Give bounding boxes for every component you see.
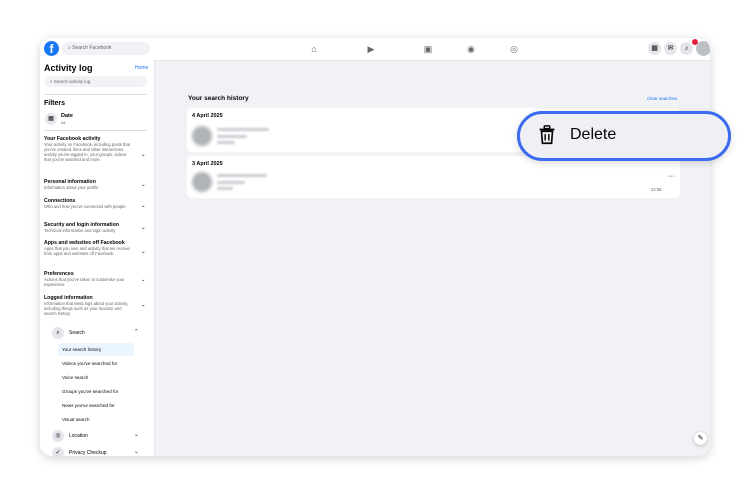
delete-label: Delete — [570, 126, 617, 143]
facebook-search-input[interactable]: ⌕ Search Facebook — [62, 42, 150, 55]
profile-avatar[interactable] — [696, 41, 710, 56]
chevron-down-icon[interactable]: ⌄ — [141, 152, 146, 158]
marketplace-icon[interactable]: ▣ — [422, 43, 434, 55]
category-desc: Information about your profile — [44, 185, 99, 190]
activity-log-sidebar: Activity log Home ⌕ Search activity log … — [40, 60, 155, 456]
chevron-down-icon[interactable]: ⌄ — [141, 225, 146, 231]
more-options-icon[interactable]: ··· — [668, 173, 675, 180]
search-result-thumbnail[interactable] — [192, 172, 212, 192]
chevron-down-icon[interactable]: ⌄ — [141, 203, 146, 209]
blurred-text — [217, 135, 247, 138]
category-desc: Information that Meta logs about your ac… — [44, 301, 129, 316]
home-icon[interactable]: ⌂ — [308, 43, 320, 55]
activity-log-search-input[interactable]: ⌕ Search activity log — [44, 76, 147, 87]
sidebar-item-voice-search[interactable]: Voice search — [58, 371, 134, 384]
calendar-icon: ▦ — [45, 113, 57, 125]
chevron-down-icon[interactable]: ⌄ — [141, 277, 146, 283]
privacy-checkup-label[interactable]: Privacy Checkup — [69, 450, 107, 456]
messenger-icon[interactable]: ✉ — [664, 42, 677, 55]
compose-icon[interactable]: ✎ — [694, 432, 707, 445]
chevron-down-icon[interactable]: ⌄ — [141, 249, 146, 255]
category-preferences[interactable]: Preferences Actions that you've taken to… — [44, 271, 132, 287]
filters-heading: Filters — [44, 100, 66, 107]
category-logged-information[interactable]: Logged information Information that Meta… — [44, 295, 132, 316]
sidebar-item-videos-searched[interactable]: Videos you've searched for — [58, 357, 134, 370]
chevron-down-icon[interactable]: ⌄ — [141, 182, 146, 188]
delete-callout-button[interactable]: Delete — [517, 111, 731, 161]
date-filter-label[interactable]: Date — [61, 113, 73, 119]
menu-grid-icon[interactable]: ▦ — [648, 42, 661, 55]
sidebar-item-groups-searched[interactable]: Groups you've searched for — [58, 385, 134, 398]
location-label[interactable]: Location — [69, 433, 88, 439]
blurred-text — [217, 174, 267, 177]
top-navigation-bar: f ⌕ Search Facebook ⌂ ▶ ▣ ◉ ◎ ▦ ✉ ♪ — [40, 38, 710, 61]
category-connections[interactable]: Connections Who and how you've connected… — [44, 198, 132, 209]
category-desc: Who and how you've connected with people — [44, 204, 126, 209]
history-time: 22:08 — [651, 187, 662, 192]
search-group-label[interactable]: Search — [69, 330, 85, 336]
divider — [44, 130, 147, 131]
video-icon[interactable]: ▶ — [365, 43, 377, 55]
gaming-icon[interactable]: ◎ — [508, 43, 520, 55]
home-link[interactable]: Home — [135, 65, 148, 71]
clear-searches-link[interactable]: Clear searches — [647, 96, 677, 101]
activity-log-search-placeholder: Search activity log — [53, 79, 91, 84]
chevron-down-icon[interactable]: ⌄ — [134, 449, 139, 455]
facebook-window: f ⌕ Search Facebook ⌂ ▶ ▣ ◉ ◎ ▦ ✉ ♪ Acti… — [40, 38, 710, 456]
sidebar-title: Activity log — [44, 63, 93, 73]
category-your-facebook-activity[interactable]: Your Facebook activity Your activity on … — [44, 136, 132, 162]
search-icon: ⌕ — [52, 327, 64, 339]
page-title: Your search history — [188, 95, 249, 102]
history-date: 3 April 2025 — [192, 161, 223, 167]
category-desc: Technical information and login activity — [44, 228, 116, 233]
sidebar-item-your-search-history[interactable]: Your search history — [58, 343, 134, 356]
category-personal-information[interactable]: Personal information Information about y… — [44, 179, 132, 190]
sidebar-item-news-searched[interactable]: News you've searched for — [58, 399, 134, 412]
category-desc: Apps that you own and activity that we r… — [44, 246, 130, 256]
chevron-down-icon[interactable]: ⌄ — [134, 432, 139, 438]
history-card: 3 April 2025 ··· 22:08 — [187, 156, 680, 198]
facebook-search-placeholder: Search Facebook — [72, 45, 112, 51]
privacy-icon: ✓ — [52, 447, 64, 456]
category-apps-websites[interactable]: Apps and websites off Facebook Apps that… — [44, 240, 132, 256]
trash-icon — [539, 125, 555, 145]
category-desc: Actions that you've taken to customise y… — [44, 277, 125, 287]
search-result-thumbnail[interactable] — [192, 126, 212, 146]
facebook-logo-icon[interactable]: f — [44, 41, 59, 56]
date-filter-value: All — [61, 120, 66, 125]
location-icon: ◎ — [52, 430, 64, 442]
category-security-login[interactable]: Security and login information Technical… — [44, 222, 132, 233]
chevron-up-icon[interactable]: ⌃ — [141, 305, 146, 311]
blurred-text — [217, 128, 269, 131]
notifications-icon[interactable]: ♪ — [680, 42, 693, 55]
chevron-up-icon[interactable]: ⌃ — [134, 329, 139, 335]
groups-icon[interactable]: ◉ — [465, 43, 477, 55]
divider — [44, 94, 147, 95]
blurred-text — [217, 181, 245, 184]
sidebar-item-visual-search[interactable]: Visual search — [58, 413, 134, 426]
category-desc: Your activity on Facebook, including pos… — [44, 142, 130, 162]
history-date: 4 April 2025 — [192, 113, 223, 119]
blurred-text — [217, 187, 233, 190]
blurred-text — [217, 141, 235, 144]
